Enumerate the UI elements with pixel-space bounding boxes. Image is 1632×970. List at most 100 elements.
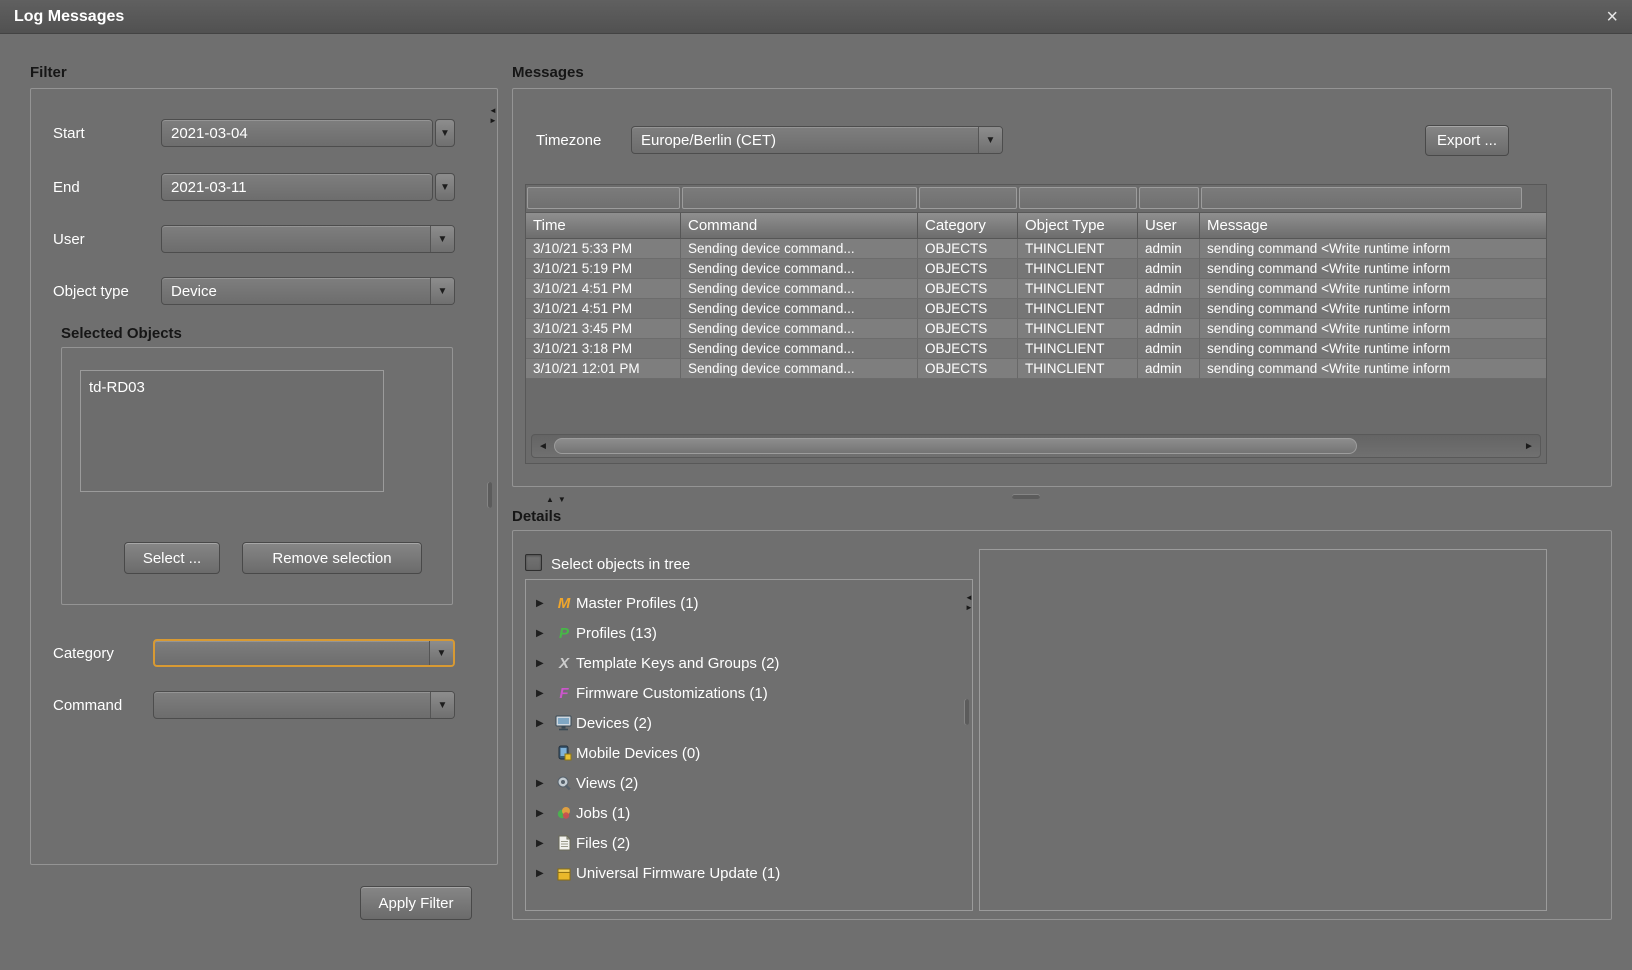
apply-filter-button[interactable]: Apply Filter <box>360 886 472 920</box>
universal-firmware-update-icon <box>552 866 576 881</box>
category-combo[interactable]: ▼ <box>153 639 455 667</box>
tree-item-firmware-customizations[interactable]: ▶ F Firmware Customizations (1) <box>526 678 972 708</box>
column-header-user[interactable]: User <box>1138 213 1200 239</box>
expand-arrow-icon[interactable]: ▶ <box>536 598 552 609</box>
tree-item-label: Jobs (1) <box>576 805 630 822</box>
export-button[interactable]: Export ... <box>1425 125 1509 156</box>
expand-arrow-icon[interactable]: ▶ <box>536 628 552 639</box>
tree-item-jobs[interactable]: ▶ Jobs (1) <box>526 798 972 828</box>
expand-arrow-icon[interactable]: ▶ <box>536 868 552 879</box>
expand-arrow-icon[interactable]: ▶ <box>536 808 552 819</box>
object-type-combo[interactable]: Device ▼ <box>161 277 455 305</box>
details-splitter-grip[interactable] <box>964 699 969 725</box>
table-header-row: Time Command Category Object Type User M… <box>526 213 1546 239</box>
apply-filter-button-label: Apply Filter <box>378 895 453 912</box>
column-header-command[interactable]: Command <box>681 213 918 239</box>
window-titlebar: Log Messages × <box>0 0 1632 34</box>
end-date-dropdown-button[interactable]: ▼ <box>435 173 455 201</box>
column-filter-input[interactable] <box>1019 187 1137 209</box>
chevron-down-icon: ▼ <box>978 127 1002 153</box>
collapse-up-icon[interactable]: ▲ <box>546 495 554 504</box>
horizontal-splitter-grip[interactable] <box>1012 494 1040 499</box>
messages-group-box: Timezone Europe/Berlin (CET) ▼ Export ..… <box>512 88 1612 487</box>
tree-item-label: Devices (2) <box>576 715 652 732</box>
expand-down-icon[interactable]: ▼ <box>558 495 566 504</box>
list-item[interactable]: td-RD03 <box>89 377 375 399</box>
column-filter-input[interactable] <box>919 187 1017 209</box>
tree-item-files[interactable]: ▶ Files (2) <box>526 828 972 858</box>
select-objects-button[interactable]: Select ... <box>124 542 220 574</box>
vertical-splitter-grip[interactable] <box>487 482 492 508</box>
scroll-left-icon[interactable]: ◄ <box>534 441 552 452</box>
expand-arrow-icon[interactable]: ▶ <box>536 688 552 699</box>
chevron-down-icon: ▼ <box>430 226 454 252</box>
panel-splitter-collapse[interactable]: ◄ ► <box>489 106 497 125</box>
tree-item-template-keys[interactable]: ▶ X Template Keys and Groups (2) <box>526 648 972 678</box>
start-date-value: 2021-03-04 <box>162 125 432 142</box>
start-date-dropdown-button[interactable]: ▼ <box>435 119 455 147</box>
tree-item-devices[interactable]: ▶ Devices (2) <box>526 708 972 738</box>
start-date-field[interactable]: 2021-03-04 <box>161 119 433 147</box>
column-header-category[interactable]: Category <box>918 213 1018 239</box>
message-detail-pane[interactable] <box>979 549 1547 911</box>
remove-selection-button[interactable]: Remove selection <box>242 542 422 574</box>
command-combo[interactable]: ▼ <box>153 691 455 719</box>
tree-item-mobile-devices[interactable]: Mobile Devices (0) <box>526 738 972 768</box>
table-cell: Sending device command... <box>681 279 918 299</box>
column-filter-input[interactable] <box>1139 187 1199 209</box>
tree-item-master-profiles[interactable]: ▶ M Master Profiles (1) <box>526 588 972 618</box>
column-filter-input[interactable] <box>1201 187 1522 209</box>
collapse-left-icon[interactable]: ◄ <box>965 593 973 602</box>
timezone-combo[interactable]: Europe/Berlin (CET) ▼ <box>631 126 1003 154</box>
tree-item-views[interactable]: ▶ Views (2) <box>526 768 972 798</box>
selected-objects-list[interactable]: td-RD03 <box>80 370 384 492</box>
remove-selection-button-label: Remove selection <box>272 550 391 567</box>
files-document-icon <box>552 835 576 851</box>
chevron-down-icon: ▼ <box>440 182 450 193</box>
filter-group-box: Start 2021-03-04 ▼ End 2021-03-11 ▼ User… <box>30 88 498 865</box>
column-header-time[interactable]: Time <box>526 213 681 239</box>
collapse-left-icon[interactable]: ◄ <box>489 106 497 115</box>
table-row[interactable]: 3/10/21 12:01 PM Sending device command.… <box>526 359 1546 379</box>
end-date-field[interactable]: 2021-03-11 <box>161 173 433 201</box>
table-cell: sending command <Write runtime inform <box>1200 299 1547 319</box>
table-row[interactable]: 3/10/21 3:45 PM Sending device command..… <box>526 319 1546 339</box>
table-cell: admin <box>1138 299 1200 319</box>
tree-item-label: Profiles (13) <box>576 625 657 642</box>
column-filter-input[interactable] <box>527 187 680 209</box>
table-row[interactable]: 3/10/21 5:33 PM Sending device command..… <box>526 239 1546 259</box>
expand-right-icon[interactable]: ► <box>965 603 973 612</box>
tree-item-label: Views (2) <box>576 775 638 792</box>
expand-arrow-icon[interactable]: ▶ <box>536 778 552 789</box>
table-row[interactable]: 3/10/21 4:51 PM Sending device command..… <box>526 279 1546 299</box>
messages-details-splitter-collapse[interactable]: ▲ ▼ <box>546 495 566 504</box>
table-row[interactable]: 3/10/21 5:19 PM Sending device command..… <box>526 259 1546 279</box>
expand-right-icon[interactable]: ► <box>489 116 497 125</box>
table-row[interactable]: 3/10/21 3:18 PM Sending device command..… <box>526 339 1546 359</box>
user-combo[interactable]: ▼ <box>161 225 455 253</box>
column-header-object-type[interactable]: Object Type <box>1018 213 1138 239</box>
command-label: Command <box>53 697 122 714</box>
column-filter-input[interactable] <box>682 187 917 209</box>
scrollbar-thumb[interactable] <box>554 438 1357 454</box>
tree-item-label: Files (2) <box>576 835 630 852</box>
details-splitter-collapse[interactable]: ◄ ► <box>965 593 973 612</box>
filter-group-title: Filter <box>30 64 67 81</box>
tree-item-universal-firmware-update[interactable]: ▶ Universal Firmware Update (1) <box>526 858 972 888</box>
select-objects-in-tree-checkbox[interactable] <box>525 554 542 571</box>
table-row[interactable]: 3/10/21 4:51 PM Sending device command..… <box>526 299 1546 319</box>
tree-item-profiles[interactable]: ▶ P Profiles (13) <box>526 618 972 648</box>
scroll-right-icon[interactable]: ► <box>1520 441 1538 452</box>
expand-arrow-icon[interactable]: ▶ <box>536 838 552 849</box>
horizontal-scrollbar[interactable]: ◄ ► <box>531 434 1541 458</box>
chevron-down-icon: ▼ <box>430 278 454 304</box>
expand-arrow-icon[interactable]: ▶ <box>536 718 552 729</box>
expand-arrow-icon[interactable]: ▶ <box>536 658 552 669</box>
table-cell: Sending device command... <box>681 319 918 339</box>
table-filter-row <box>526 185 1546 213</box>
table-cell: THINCLIENT <box>1018 259 1138 279</box>
close-button[interactable]: × <box>1606 7 1618 27</box>
column-header-message[interactable]: Message <box>1200 213 1547 239</box>
table-cell: admin <box>1138 339 1200 359</box>
profiles-icon: P <box>552 625 576 642</box>
